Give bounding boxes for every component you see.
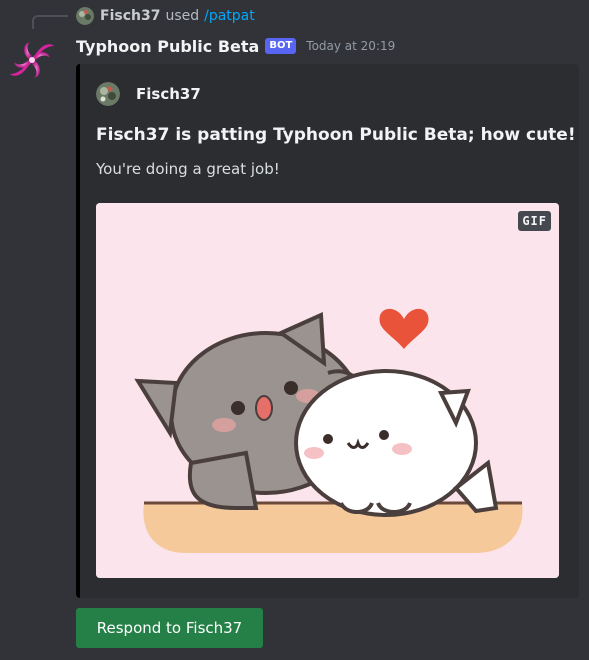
author-name[interactable]: Typhoon Public Beta [76, 37, 259, 56]
timestamp[interactable]: Today at 20:19 [306, 39, 395, 53]
embed-title: Fisch37 is patting Typhoon Public Beta; … [96, 125, 576, 145]
embed-author: Fisch37 [96, 82, 201, 106]
chat-message: Fisch37 used /patpat Typhoon Public Beta… [0, 0, 589, 660]
embed-description: You're doing a great job! [96, 160, 280, 178]
embed-author-name: Fisch37 [136, 85, 201, 103]
reply-used-text: used [165, 8, 200, 24]
user-avatar-icon[interactable] [76, 7, 94, 25]
embed-card: Fisch37 Fisch37 is patting Typhoon Publi… [76, 64, 579, 598]
cats-patting-gif[interactable]: GIF [96, 203, 559, 578]
message-header: Typhoon Public Beta BOT Today at 20:19 [76, 34, 395, 58]
embed-author-avatar-icon [96, 82, 120, 106]
white-cat [294, 369, 499, 517]
respond-button[interactable]: Respond to Fisch37 [76, 608, 263, 648]
reply-connector-line [32, 15, 68, 29]
bot-badge: BOT [265, 38, 297, 54]
gif-badge: GIF [518, 211, 551, 231]
reply-username[interactable]: Fisch37 [100, 8, 160, 24]
reply-reference[interactable]: Fisch37 used /patpat [76, 6, 255, 26]
reply-command-link[interactable]: /patpat [204, 8, 255, 24]
typhoon-swirl-icon[interactable] [8, 36, 56, 84]
